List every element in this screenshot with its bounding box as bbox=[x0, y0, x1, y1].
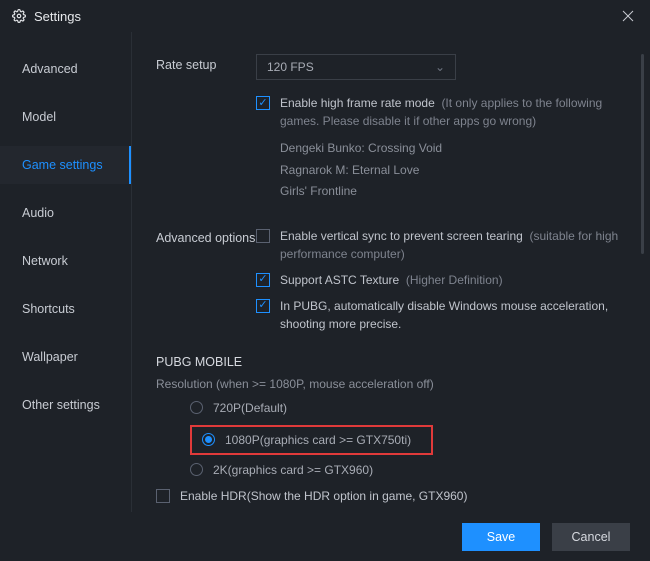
content-panel: Rate setup 120 FPS ⌄ Enable high frame r… bbox=[132, 32, 650, 512]
hdr-label: Enable HDR(Show the HDR option in game, … bbox=[180, 487, 467, 505]
scrollbar[interactable] bbox=[641, 54, 644, 254]
astc-checkbox[interactable] bbox=[256, 273, 270, 287]
sidebar-item-audio[interactable]: Audio bbox=[0, 194, 131, 232]
astc-label: Support ASTC Texture (Higher Definition) bbox=[280, 271, 503, 289]
window-title: Settings bbox=[34, 9, 81, 24]
sidebar: Advanced Model Game settings Audio Netwo… bbox=[0, 32, 132, 512]
pubg-mouse-label: In PUBG, automatically disable Windows m… bbox=[280, 297, 624, 333]
save-button[interactable]: Save bbox=[462, 523, 540, 551]
pubg-mobile-heading: PUBG MOBILE bbox=[156, 355, 624, 369]
high-frame-rate-game-list: Dengeki Bunko: Crossing Void Ragnarok M:… bbox=[280, 138, 624, 203]
resolution-2k-radio[interactable]: 2K(graphics card >= GTX960) bbox=[190, 463, 624, 477]
rate-setup-label: Rate setup bbox=[156, 54, 256, 80]
sidebar-item-network[interactable]: Network bbox=[0, 242, 131, 280]
titlebar: Settings bbox=[0, 0, 650, 32]
advanced-options-label: Advanced options bbox=[156, 227, 256, 341]
chevron-down-icon: ⌄ bbox=[435, 60, 445, 74]
footer: Save Cancel bbox=[0, 513, 650, 561]
pubg-mouse-checkbox[interactable] bbox=[256, 299, 270, 313]
high-frame-rate-checkbox[interactable] bbox=[256, 96, 270, 110]
sidebar-item-model[interactable]: Model bbox=[0, 98, 131, 136]
close-icon[interactable] bbox=[618, 6, 638, 26]
resolution-1080p-radio[interactable]: 1080P(graphics card >= GTX750ti) bbox=[202, 433, 411, 447]
resolution-720p-radio[interactable]: 720P(Default) bbox=[190, 401, 624, 415]
hdr-checkbox[interactable] bbox=[156, 489, 170, 503]
sidebar-item-shortcuts[interactable]: Shortcuts bbox=[0, 290, 131, 328]
sidebar-item-advanced[interactable]: Advanced bbox=[0, 50, 131, 88]
sidebar-item-other-settings[interactable]: Other settings bbox=[0, 386, 131, 424]
sidebar-item-game-settings[interactable]: Game settings bbox=[0, 146, 131, 184]
gear-icon bbox=[12, 9, 26, 23]
cancel-button[interactable]: Cancel bbox=[552, 523, 630, 551]
rate-setup-select[interactable]: 120 FPS ⌄ bbox=[256, 54, 456, 80]
highlight-box: 1080P(graphics card >= GTX750ti) bbox=[190, 425, 433, 455]
sidebar-item-wallpaper[interactable]: Wallpaper bbox=[0, 338, 131, 376]
high-frame-rate-label: Enable high frame rate mode (It only app… bbox=[280, 94, 624, 130]
rate-setup-value: 120 FPS bbox=[267, 60, 314, 74]
vsync-label: Enable vertical sync to prevent screen t… bbox=[280, 227, 624, 263]
resolution-note: Resolution (when >= 1080P, mouse acceler… bbox=[156, 377, 624, 391]
vsync-checkbox[interactable] bbox=[256, 229, 270, 243]
